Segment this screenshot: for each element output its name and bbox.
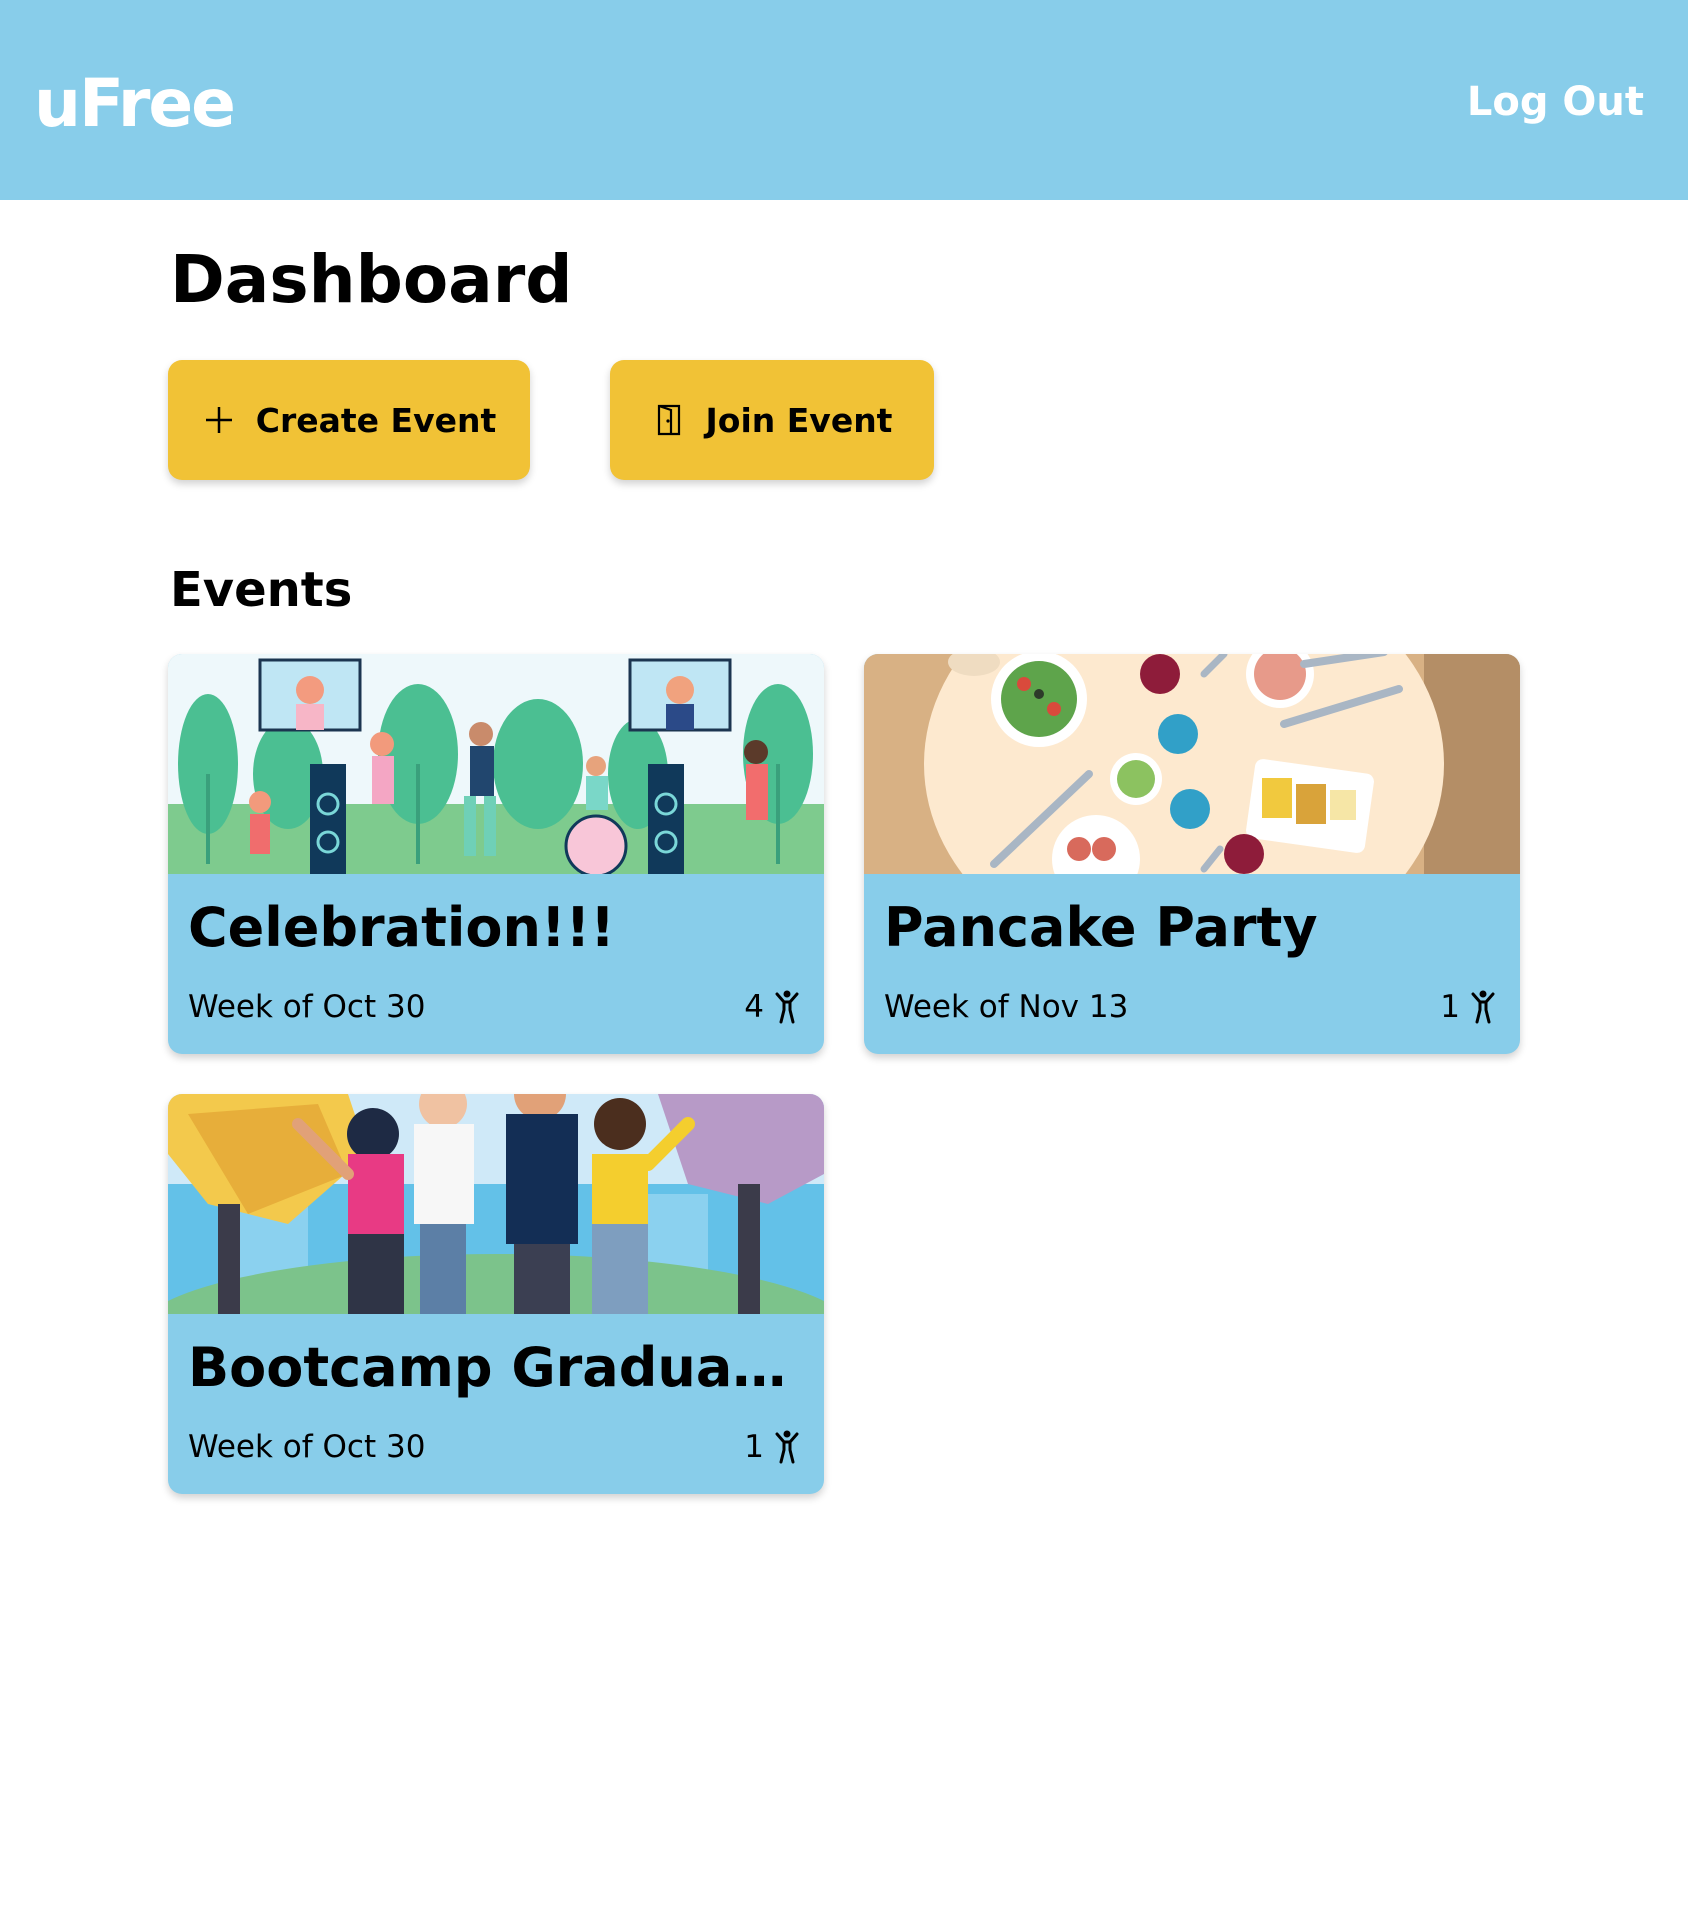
event-title: Celebration!!! <box>188 896 615 959</box>
event-week: Week of Oct 30 <box>188 1429 426 1465</box>
event-card[interactable]: Pancake Party Week of Nov 13 1 <box>864 654 1520 1054</box>
join-event-button[interactable]: Join Event <box>610 360 934 480</box>
event-card[interactable]: Celebration!!! Week of Oct 30 4 <box>168 654 824 1054</box>
event-title: Pancake Party <box>884 896 1318 959</box>
attendee-count-value: 1 <box>744 1429 764 1465</box>
event-image <box>864 654 1520 874</box>
top-navigation-bar: uFree Log Out <box>0 0 1688 200</box>
door-icon <box>652 403 686 437</box>
app-logo[interactable]: uFree <box>34 64 236 144</box>
attendee-count: 1 <box>1440 984 1496 1030</box>
attendee-count: 1 <box>744 1424 800 1470</box>
person-icon <box>774 1430 800 1464</box>
attendee-count: 4 <box>744 984 800 1030</box>
person-icon <box>774 990 800 1024</box>
logout-link[interactable]: Log Out <box>1467 76 1644 128</box>
events-section-title: Events <box>170 562 353 618</box>
event-image <box>168 1094 824 1314</box>
attendee-count-value: 4 <box>744 989 764 1025</box>
event-image <box>168 654 824 874</box>
event-card[interactable]: Bootcamp Graduation ... Week of Oct 30 1 <box>168 1094 824 1494</box>
page-title: Dashboard <box>170 241 573 318</box>
attendee-count-value: 1 <box>1440 989 1460 1025</box>
event-week: Week of Oct 30 <box>188 989 426 1025</box>
join-event-label: Join Event <box>705 400 893 440</box>
person-icon <box>1470 990 1496 1024</box>
create-event-label: Create Event <box>255 400 497 440</box>
create-event-button[interactable]: Create Event <box>168 360 530 480</box>
event-title: Bootcamp Graduation ... <box>188 1336 804 1399</box>
plus-icon <box>202 403 236 437</box>
event-week: Week of Nov 13 <box>884 989 1129 1025</box>
